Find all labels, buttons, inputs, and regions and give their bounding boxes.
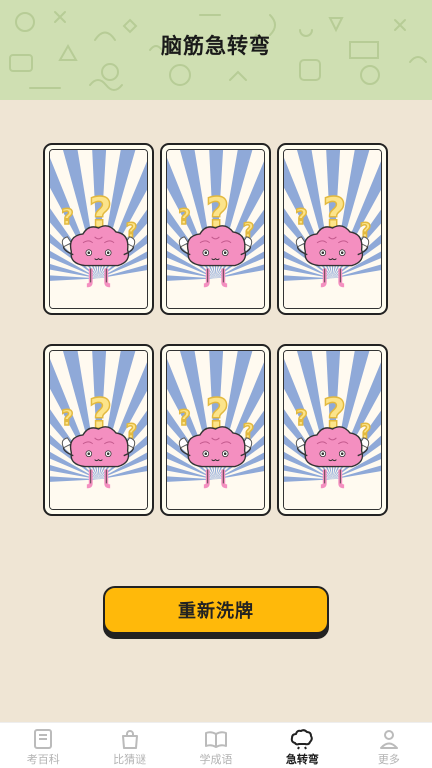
card-face: ? ? ? [49,149,148,309]
tab-idioms[interactable]: 学成语 [173,723,259,768]
card-grid: ? ? ? ? ? ? ? ? ? ? ? ? ? ? ? ? ? ? [43,143,389,516]
svg-text:?: ? [178,406,190,431]
tab-label: 更多 [377,753,400,766]
tab-label: 比猜谜 [113,753,147,766]
svg-text:?: ? [178,205,190,230]
mystery-card-5[interactable]: ? ? ? [160,344,271,516]
bottom-tab-bar: 考百科 比猜谜 学成语 急转弯 更多 [0,722,432,768]
tab-brain-teasers[interactable]: 急转弯 [259,723,345,768]
svg-text:?: ? [295,205,307,230]
tab-more[interactable]: 更多 [346,723,432,768]
person-icon [377,728,401,750]
card-face: ? ? ? [166,149,265,309]
card-face: ? ? ? [49,350,148,510]
mystery-card-1[interactable]: ? ? ? [43,143,154,315]
svg-text:?: ? [295,406,307,431]
book-icon [31,728,55,750]
svg-text:?: ? [61,205,73,230]
card-face: ? ? ? [166,350,265,510]
tab-label: 急转弯 [285,753,319,766]
open-book-icon [204,728,228,750]
tab-label: 学成语 [199,753,233,766]
mystery-card-4[interactable]: ? ? ? [43,344,154,516]
card-face: ? ? ? [283,149,382,309]
card-face: ? ? ? [283,350,382,510]
bag-icon [118,728,142,750]
shuffle-button[interactable]: 重新洗牌 [103,586,329,634]
tab-encyclopedia[interactable]: 考百科 [0,723,86,768]
svg-text:?: ? [61,406,73,431]
brain-icon [290,728,314,750]
page-title: 脑筋急转弯 [161,34,271,58]
mystery-card-2[interactable]: ? ? ? [160,143,271,315]
tab-label: 考百科 [26,753,60,766]
mystery-card-6[interactable]: ? ? ? [277,344,388,516]
mystery-card-3[interactable]: ? ? ? [277,143,388,315]
tab-riddles[interactable]: 比猜谜 [86,723,172,768]
header: 脑筋急转弯 [0,0,432,100]
